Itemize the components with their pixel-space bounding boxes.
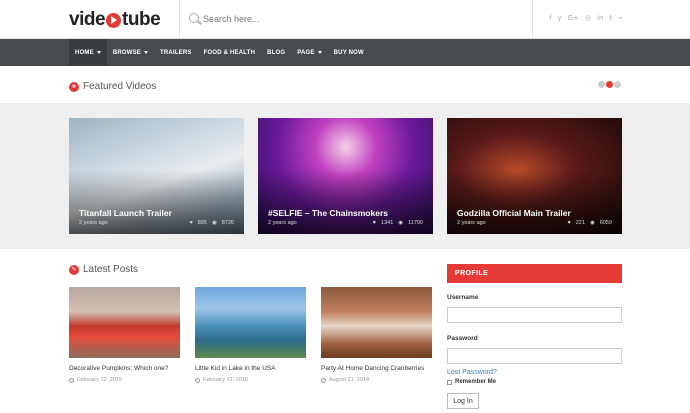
site-logo[interactable]: vide tube <box>69 9 161 31</box>
video-date: 2 years ago <box>268 220 297 226</box>
profile-heading: PROFILE <box>447 264 622 283</box>
heart-icon: ♥ <box>189 220 193 226</box>
header-divider <box>532 0 533 38</box>
play-icon <box>106 12 122 28</box>
facebook-icon[interactable]: f <box>549 14 551 22</box>
google-plus-icon[interactable]: G+ <box>568 14 579 22</box>
post-date: February 12 ,2015 <box>195 377 306 383</box>
video-title[interactable]: Titanfall Launch Trailer <box>79 208 172 218</box>
featured-videos-heading: ★ Featured Videos <box>69 81 156 92</box>
likes-count: 221 <box>575 220 585 226</box>
logo-text-end: tube <box>122 9 161 30</box>
post-item[interactable]: Party At Home Dancing Cranberries August… <box>321 287 432 383</box>
nav-item-label: TRAILERS <box>160 49 192 56</box>
post-date-text: February 12 ,2015 <box>77 377 122 383</box>
post-title[interactable]: Little Kid in Lake in the USA <box>195 365 306 372</box>
header-divider <box>179 0 180 38</box>
nav-item-label: FOOD & HEALTH <box>203 49 256 56</box>
login-button[interactable]: Log In <box>447 393 479 409</box>
eye-icon: ◉ <box>211 220 217 226</box>
heart-icon: ♥ <box>567 220 571 226</box>
slider-dots <box>598 81 621 88</box>
video-title[interactable]: #SELFIE – The Chainsmokers <box>268 208 388 218</box>
video-stats: ♥ 221 ◉ 6059 <box>567 220 612 226</box>
video-stats: ♥ 1341 ◉ 11790 <box>373 220 423 226</box>
section-title: Featured Videos <box>83 81 157 92</box>
video-date: 2 years ago <box>457 220 486 226</box>
views-count: 8726 <box>221 220 234 226</box>
tumblr-icon[interactable]: t <box>609 14 612 22</box>
remember-me[interactable]: Remember Me <box>447 379 622 385</box>
video-card[interactable]: Godzilla Official Main Trailer 2 years a… <box>447 118 622 234</box>
password-label: Password <box>447 334 478 342</box>
likes-count: 895 <box>197 220 207 226</box>
eye-icon: ◉ <box>398 220 404 226</box>
lost-password-link[interactable]: Lost Password? <box>447 369 622 376</box>
post-thumbnail[interactable] <box>69 287 180 358</box>
post-date-text: February 12 ,2015 <box>203 377 248 383</box>
post-date: August 21 ,2014 <box>321 377 432 383</box>
post-item[interactable]: Little Kid in Lake in the USA February 1… <box>195 287 306 383</box>
heart-icon: ♥ <box>372 220 377 226</box>
video-card[interactable]: #SELFIE – The Chainsmokers 2 years ago ♥… <box>258 118 433 234</box>
eye-icon: ◉ <box>589 220 595 226</box>
nav-item-label: BLOG <box>267 49 286 56</box>
username-field[interactable] <box>447 307 622 323</box>
nav-item-blog[interactable]: BLOG <box>261 39 291 66</box>
username-label: Username <box>447 294 479 301</box>
chevron-down-icon <box>144 51 149 54</box>
post-title[interactable]: Party At Home Dancing Cranberries <box>321 365 432 372</box>
nav-item-browse[interactable]: BROWSE <box>107 39 154 66</box>
chevron-down-icon <box>317 51 322 54</box>
slider-dot[interactable] <box>598 81 605 88</box>
site-header: vide tube fy G+ ◎ int ⌁ <box>0 0 690 39</box>
remember-me-checkbox[interactable] <box>447 379 452 385</box>
post-item[interactable]: Decorative Pumpkins: Which one? February… <box>69 287 180 383</box>
logo-text-start: vide <box>69 9 106 30</box>
nav-item-label: PAGE <box>297 49 315 56</box>
video-card[interactable]: Titanfall Launch Trailer 2 years ago ♥ 89… <box>69 118 244 234</box>
social-links: f y G+ ◎ in t ⌁ <box>549 14 622 22</box>
profile-widget: PROFILE Username Password Lost Password?… <box>447 264 622 409</box>
search-icon <box>189 13 199 23</box>
post-date: February 12 ,2015 <box>69 377 180 383</box>
clock-icon <box>195 377 200 383</box>
linkedin-icon[interactable]: in <box>597 14 603 22</box>
nav-item-page[interactable]: PAGE <box>291 39 327 66</box>
star-icon: ★ <box>69 81 79 92</box>
main-nav: HOME BROWSE TRAILERS FOOD & HEALTH BLOG PAGE B… <box>0 39 690 66</box>
nav-item-label: HOME <box>75 49 94 56</box>
post-thumbnail[interactable] <box>321 287 432 358</box>
slider-dot[interactable] <box>606 81 613 88</box>
nav-item-food-health[interactable]: FOOD & HEALTH <box>198 39 262 66</box>
nav-item-buy-now[interactable]: BUY NOW <box>328 39 370 66</box>
clock-icon <box>69 377 74 383</box>
rss-icon[interactable]: ⌁ <box>618 14 622 22</box>
nav-item-trailers[interactable]: TRAILERS <box>154 39 198 66</box>
clock-icon <box>321 377 326 383</box>
section-title: Latest Posts <box>83 264 139 275</box>
instagram-icon[interactable]: ◎ <box>585 14 591 22</box>
nav-item-home[interactable]: HOME <box>69 39 107 66</box>
video-stats: ♥ 895 ◉ 8726 <box>189 220 234 226</box>
video-date: 2 years ago <box>79 220 108 226</box>
post-thumbnail[interactable] <box>195 287 306 358</box>
views-count: 11790 <box>408 220 423 226</box>
video-title[interactable]: Godzilla Official Main Trailer <box>457 208 571 218</box>
chevron-down-icon <box>96 51 101 54</box>
remember-me-label: Remember Me <box>455 379 497 385</box>
twitter-icon[interactable]: y <box>557 14 561 22</box>
pencil-icon: ✎ <box>69 264 79 275</box>
views-count: 6059 <box>599 220 612 226</box>
slider-dot[interactable] <box>614 81 621 88</box>
latest-posts-heading: ✎ Latest Posts <box>69 264 138 275</box>
password-field[interactable] <box>447 347 622 364</box>
search-input[interactable] <box>203 10 503 28</box>
nav-item-label: BROWSE <box>112 49 142 56</box>
nav-item-label: BUY NOW <box>333 49 364 56</box>
post-title[interactable]: Decorative Pumpkins: Which one? <box>69 365 180 372</box>
post-date-text: August 21 ,2014 <box>329 377 370 383</box>
likes-count: 1341 <box>381 220 394 226</box>
